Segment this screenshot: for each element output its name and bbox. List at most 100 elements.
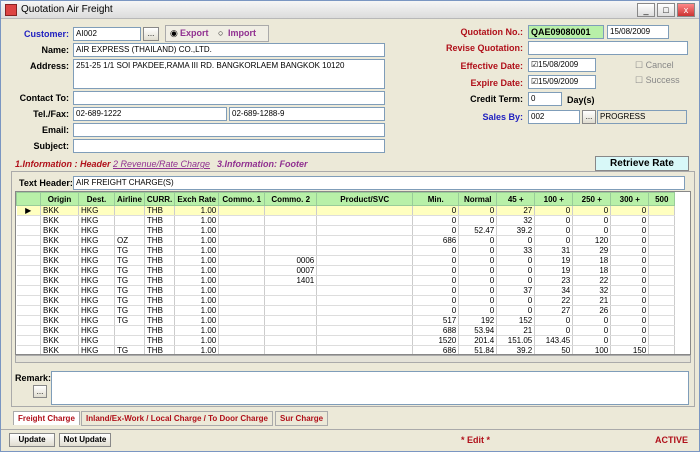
table-cell[interactable] (16, 315, 41, 326)
customer-code-input[interactable]: AI002 (73, 27, 141, 41)
table-cell[interactable]: 0 (572, 335, 612, 346)
table-cell[interactable] (264, 295, 318, 306)
table-cell[interactable]: 1.00 (174, 245, 220, 256)
column-header[interactable]: 100 + (534, 192, 574, 206)
table-cell[interactable]: 151.05 (496, 335, 536, 346)
table-cell[interactable]: 0 (412, 225, 460, 236)
table-cell[interactable]: HKG (78, 265, 115, 276)
table-cell[interactable]: HKG (78, 235, 115, 246)
table-cell[interactable]: BKK (40, 345, 79, 354)
table-cell[interactable]: 1.00 (174, 275, 220, 286)
table-cell[interactable] (218, 245, 266, 256)
table-cell[interactable]: 0 (534, 325, 574, 336)
table-row[interactable]: BKK HKG THB 1.00 0 0 32 0 0 0 (16, 215, 676, 226)
email-input[interactable] (73, 123, 385, 137)
table-cell[interactable]: 686 (412, 235, 460, 246)
table-cell[interactable] (218, 295, 266, 306)
table-cell[interactable]: 0 (458, 265, 498, 276)
table-cell[interactable]: 0 (458, 245, 498, 256)
table-cell[interactable] (16, 265, 41, 276)
table-cell[interactable]: 1.00 (174, 315, 220, 326)
table-cell[interactable]: THB (144, 235, 176, 246)
table-cell[interactable] (218, 345, 266, 354)
table-cell[interactable]: 152 (496, 315, 536, 326)
table-cell[interactable] (316, 235, 414, 246)
fax-input[interactable]: 02-689-1288-9 (229, 107, 385, 121)
table-cell[interactable]: 192 (458, 315, 498, 326)
table-cell[interactable]: BKK (40, 225, 79, 236)
table-cell[interactable]: HKG (78, 205, 115, 216)
tel-input[interactable]: 02-689-1222 (73, 107, 227, 121)
table-cell[interactable] (264, 205, 318, 216)
table-cell[interactable]: 0 (610, 285, 650, 296)
not-update-button[interactable]: Not Update (59, 433, 111, 447)
table-row[interactable]: BKK HKG THB 1.00 1520 201.4 151.05 143.45 0 0 (16, 335, 676, 346)
table-row[interactable]: ▶ BKK HKG THB 1.00 0 0 27 0 0 0 (16, 205, 676, 216)
table-cell[interactable]: TG (114, 245, 145, 256)
table-cell[interactable] (316, 245, 414, 256)
table-cell[interactable]: 0 (458, 305, 498, 316)
table-cell[interactable]: 0 (534, 315, 574, 326)
table-cell[interactable]: HKG (78, 305, 115, 316)
cancel-checkbox[interactable]: ☐ Cancel (635, 60, 674, 71)
table-cell[interactable]: HKG (78, 335, 115, 346)
credit-term-input[interactable]: 0 (528, 92, 562, 106)
table-cell[interactable] (264, 285, 318, 296)
table-cell[interactable]: 19 (534, 255, 574, 266)
table-cell[interactable]: 31 (534, 245, 574, 256)
table-cell[interactable]: 0 (458, 215, 498, 226)
table-cell[interactable]: 0 (572, 215, 612, 226)
table-cell[interactable]: 23 (534, 275, 574, 286)
table-cell[interactable] (218, 215, 266, 226)
table-cell[interactable]: 39.2 (496, 345, 536, 354)
table-cell[interactable]: 0 (534, 215, 574, 226)
table-cell[interactable]: 0 (412, 215, 460, 226)
table-cell[interactable]: BKK (40, 275, 79, 286)
table-cell[interactable]: THB (144, 335, 176, 346)
table-row[interactable]: BKK HKG TG THB 1.00 686 51.84 39.2 50 100 150 (16, 345, 676, 354)
table-cell[interactable]: HKG (78, 295, 115, 306)
tab-freight-charge[interactable]: Freight Charge (13, 411, 80, 425)
table-cell[interactable]: 1520 (412, 335, 460, 346)
table-cell[interactable]: 0 (572, 315, 612, 326)
export-radio[interactable]: ◉ (170, 28, 178, 39)
table-cell[interactable]: BKK (40, 325, 79, 336)
table-cell[interactable]: HKG (78, 215, 115, 226)
column-header[interactable] (16, 192, 41, 206)
table-cell[interactable]: 1.00 (174, 225, 220, 236)
table-row[interactable]: BKK HKG OZ THB 1.00 686 0 0 0 120 0 (16, 235, 676, 246)
table-cell[interactable]: 0 (572, 205, 612, 216)
table-cell[interactable]: 0 (496, 255, 536, 266)
table-cell[interactable] (16, 285, 41, 296)
table-cell[interactable]: BKK (40, 285, 79, 296)
table-cell[interactable]: 0 (458, 235, 498, 246)
table-cell[interactable]: 26 (572, 305, 612, 316)
table-cell[interactable] (218, 305, 266, 316)
table-cell[interactable]: THB (144, 245, 176, 256)
table-cell[interactable]: 0 (610, 325, 650, 336)
table-cell[interactable] (648, 255, 676, 266)
table-cell[interactable] (218, 285, 266, 296)
close-button[interactable]: x (677, 3, 695, 17)
table-row[interactable]: BKK HKG TG THB 1.00 0006 0 0 0 19 18 0 (16, 255, 676, 266)
table-cell[interactable] (16, 255, 41, 266)
table-cell[interactable]: BKK (40, 245, 79, 256)
table-cell[interactable]: 18 (572, 255, 612, 266)
table-cell[interactable]: TG (114, 275, 145, 286)
table-row[interactable]: BKK HKG TG THB 1.00 1401 0 0 0 23 22 0 (16, 275, 676, 286)
table-cell[interactable]: 0 (610, 275, 650, 286)
column-header[interactable]: 45 + (496, 192, 536, 206)
column-header[interactable]: Origin (40, 192, 79, 206)
table-cell[interactable]: THB (144, 305, 176, 316)
table-cell[interactable]: 0 (458, 275, 498, 286)
column-header[interactable]: Product/SVC (316, 192, 414, 206)
table-row[interactable]: BKK HKG TG THB 1.00 0 0 0 22 21 0 (16, 295, 676, 306)
table-cell[interactable] (114, 325, 145, 336)
tab-sur-charge[interactable]: Sur Charge (275, 411, 329, 426)
name-input[interactable]: AIR EXPRESS (THAILAND) CO.,LTD. (73, 43, 385, 57)
address-input[interactable]: 251-25 1/1 SOI PAKDEE,RAMA III RD. BANGK… (73, 59, 385, 89)
effective-date-input[interactable]: ☑15/08/2009 (528, 58, 596, 72)
tab-revenue[interactable]: 2 Revenue/Rate Charge (113, 159, 210, 169)
table-cell[interactable]: 150 (610, 345, 650, 354)
table-cell[interactable] (316, 215, 414, 226)
